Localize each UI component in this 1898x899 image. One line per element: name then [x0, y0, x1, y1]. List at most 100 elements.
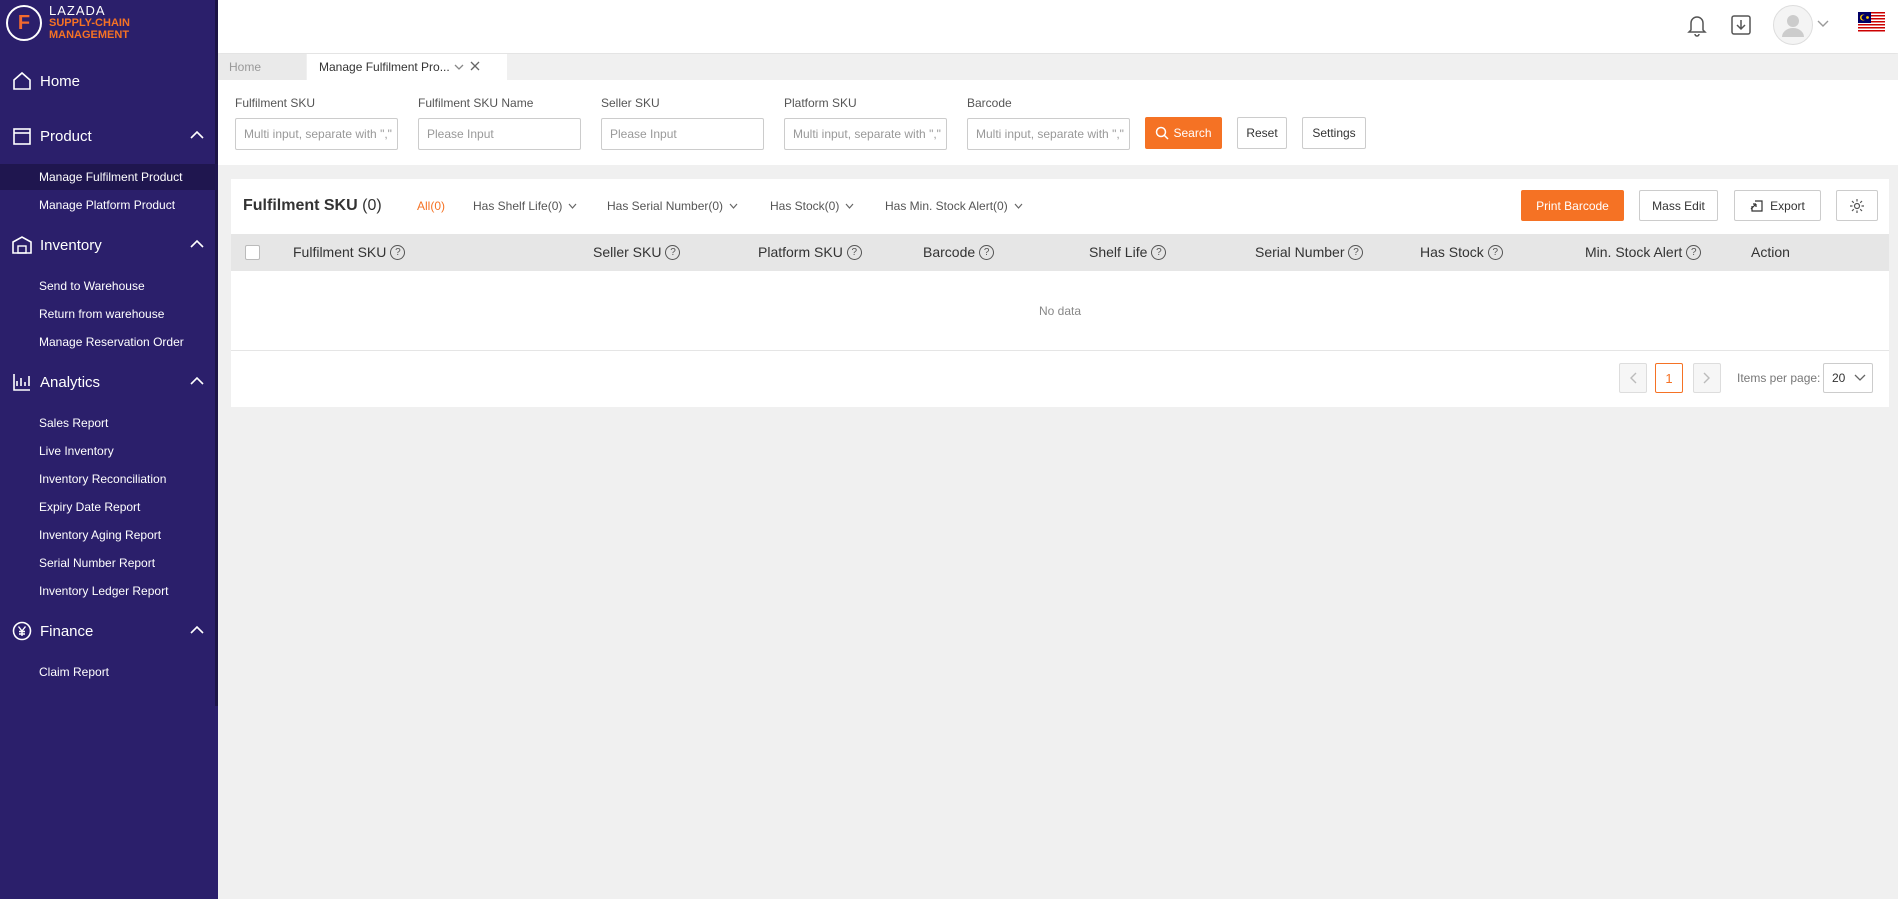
sidebar-item-serial-number-report[interactable]: Serial Number Report	[0, 550, 218, 576]
column-header-has-stock: Has Stock?	[1420, 244, 1503, 260]
brand-line2: SUPPLY-CHAIN	[49, 17, 130, 29]
sidebar-section-product[interactable]: Product	[0, 121, 218, 151]
chevron-down-icon[interactable]	[454, 64, 464, 71]
chevron-up-icon	[190, 130, 204, 139]
column-header-min-stock-alert: Min. Stock Alert?	[1585, 244, 1702, 260]
page-tabs: Home Manage Fulfilment Pro...	[218, 54, 1898, 80]
column-header-platform-sku: Platform SKU?	[758, 244, 862, 260]
brand-line1: LAZADA	[49, 3, 106, 18]
chevron-down-icon[interactable]	[1817, 20, 1829, 28]
seller-sku-input[interactable]: Please Input	[601, 118, 764, 150]
yuan-coin-icon	[12, 621, 32, 641]
chevron-down-icon	[1014, 203, 1023, 209]
chevron-up-icon	[190, 376, 204, 385]
prev-page-button[interactable]	[1619, 363, 1647, 393]
help-icon[interactable]: ?	[665, 244, 681, 260]
card-title: Fulfilment SKU (0)	[243, 197, 382, 214]
filter-tab-has-serial-number[interactable]: Has Serial Number(0)	[607, 199, 738, 213]
column-header-barcode: Barcode?	[923, 244, 995, 260]
sidebar-section-analytics[interactable]: Analytics	[0, 367, 218, 397]
sidebar-section-label: Analytics	[40, 373, 101, 391]
malaysia-flag-icon[interactable]	[1858, 12, 1885, 32]
column-settings-button[interactable]	[1836, 190, 1878, 221]
chevron-right-icon	[1703, 372, 1710, 384]
tab-home[interactable]: Home	[218, 54, 306, 80]
sidebar-section-label: Finance	[40, 622, 94, 640]
fulfilment-sku-input[interactable]: Multi input, separate with ","	[235, 118, 398, 150]
sidebar-item-sales-report[interactable]: Sales Report	[0, 410, 218, 436]
filter-tab-has-min-stock-alert[interactable]: Has Min. Stock Alert(0)	[885, 199, 1023, 213]
sidebar-section-label: Inventory	[40, 236, 102, 254]
sidebar-item-manage-fulfilment-product[interactable]: Manage Fulfilment Product	[0, 164, 218, 190]
help-icon[interactable]: ?	[1487, 244, 1503, 260]
sidebar-item-home[interactable]: Home	[0, 66, 218, 96]
items-per-page-label: Items per page:	[1737, 371, 1821, 385]
platform-sku-label: Platform SKU	[784, 96, 857, 110]
select-all-checkbox[interactable]	[245, 245, 260, 260]
table-header: Fulfilment SKU? Seller SKU? Platform SKU…	[231, 234, 1889, 271]
brand-line3: MANAGEMENT	[49, 29, 130, 41]
column-header-action: Action	[1751, 244, 1790, 260]
download-icon[interactable]	[1728, 12, 1754, 38]
filter-tab-has-shelf-life[interactable]: Has Shelf Life(0)	[473, 199, 577, 213]
export-button[interactable]: Export	[1734, 190, 1821, 221]
seller-sku-label: Seller SKU	[601, 96, 660, 110]
avatar[interactable]	[1773, 5, 1813, 45]
barcode-input[interactable]: Multi input, separate with ","	[967, 118, 1130, 150]
help-icon[interactable]: ?	[1151, 244, 1167, 260]
close-icon[interactable]	[470, 61, 480, 71]
barcode-label: Barcode	[967, 96, 1012, 110]
column-header-shelf-life: Shelf Life?	[1089, 244, 1167, 260]
filter-tab-all[interactable]: All(0)	[417, 199, 445, 213]
help-icon[interactable]: ?	[1348, 244, 1364, 260]
chevron-down-icon	[729, 203, 738, 209]
help-icon[interactable]: ?	[1686, 244, 1702, 260]
reset-button[interactable]: Reset	[1237, 117, 1287, 149]
fulfilment-sku-name-label: Fulfilment SKU Name	[418, 96, 534, 110]
chevron-down-icon	[568, 203, 577, 209]
sidebar-item-inventory-ledger-report[interactable]: Inventory Ledger Report	[0, 578, 218, 604]
brand-logo[interactable]: F LAZADA SUPPLY-CHAIN MANAGEMENT	[6, 3, 130, 41]
top-bar	[218, 0, 1898, 53]
sidebar-item-expiry-date-report[interactable]: Expiry Date Report	[0, 494, 218, 520]
column-header-seller-sku: Seller SKU?	[593, 244, 681, 260]
sidebar-section-finance[interactable]: Finance	[0, 616, 218, 646]
help-icon[interactable]: ?	[979, 244, 995, 260]
sidebar-item-label: Home	[40, 72, 81, 90]
empty-state: No data	[231, 271, 1889, 351]
sidebar-item-manage-platform-product[interactable]: Manage Platform Product	[0, 192, 218, 218]
sidebar-item-claim-report[interactable]: Claim Report	[0, 659, 218, 685]
chevron-up-icon	[190, 239, 204, 248]
bell-icon[interactable]	[1684, 12, 1710, 38]
chart-icon	[13, 374, 30, 391]
gear-icon	[1850, 198, 1864, 213]
warehouse-icon	[12, 236, 32, 254]
chevron-left-icon	[1630, 372, 1637, 384]
items-per-page-select[interactable]: 20	[1823, 363, 1873, 393]
filter-tab-has-stock[interactable]: Has Stock(0)	[770, 199, 854, 213]
next-page-button[interactable]	[1693, 363, 1721, 393]
sidebar-item-return-from-warehouse[interactable]: Return from warehouse	[0, 301, 218, 327]
box-icon	[13, 128, 31, 145]
page-number-current[interactable]: 1	[1655, 363, 1683, 393]
sidebar-item-live-inventory[interactable]: Live Inventory	[0, 438, 218, 464]
sidebar: F LAZADA SUPPLY-CHAIN MANAGEMENT Home Pr…	[0, 0, 218, 899]
sidebar-item-inventory-reconciliation[interactable]: Inventory Reconciliation	[0, 466, 218, 492]
platform-sku-input[interactable]: Multi input, separate with ","	[784, 118, 947, 150]
sidebar-section-inventory[interactable]: Inventory	[0, 230, 218, 260]
print-barcode-button[interactable]: Print Barcode	[1521, 190, 1624, 221]
sidebar-item-inventory-aging-report[interactable]: Inventory Aging Report	[0, 522, 218, 548]
column-header-fulfilment-sku: Fulfilment SKU?	[293, 244, 406, 260]
tab-label: Manage Fulfilment Pro...	[319, 60, 450, 74]
product-list-card: Fulfilment SKU (0) All(0) Has Shelf Life…	[231, 179, 1889, 407]
sidebar-item-send-to-warehouse[interactable]: Send to Warehouse	[0, 273, 218, 299]
column-header-serial-number: Serial Number?	[1255, 244, 1364, 260]
fulfilment-sku-name-input[interactable]: Please Input	[418, 118, 581, 150]
sidebar-item-manage-reservation-order[interactable]: Manage Reservation Order	[0, 329, 218, 355]
help-icon[interactable]: ?	[846, 244, 862, 260]
settings-button[interactable]: Settings	[1302, 117, 1366, 149]
mass-edit-button[interactable]: Mass Edit	[1639, 190, 1718, 221]
help-icon[interactable]: ?	[390, 244, 406, 260]
search-button[interactable]: Search	[1145, 117, 1222, 149]
tab-manage-fulfilment-product[interactable]: Manage Fulfilment Pro...	[307, 54, 507, 80]
